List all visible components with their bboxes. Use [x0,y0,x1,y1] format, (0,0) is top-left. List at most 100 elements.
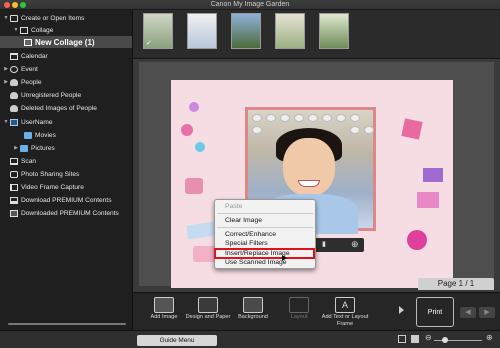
status-bar: Guide Menu ⊖ ⊕ [0,330,500,348]
collage-file-icon [24,38,32,46]
thumbnail[interactable] [187,13,217,49]
more-tools-arrow-icon[interactable] [399,306,404,314]
sidebar-item-scan[interactable]: Scan [0,155,132,167]
computer-icon [10,118,18,126]
background-button[interactable]: Background [231,296,275,330]
sidebar-item-deleted-images-of-people[interactable]: Deleted Images of People [0,102,132,114]
sidebar-item-pictures[interactable]: ▶ Pictures [0,142,132,154]
sidebar-item-new-collage[interactable]: New Collage (1) [0,36,132,48]
sidebar-item-label: Photo Sharing Sites [21,170,80,178]
window-title: Canon My Image Garden [210,1,290,8]
deleted-people-icon [10,104,18,112]
download-icon [10,196,18,204]
menu-separator [217,213,313,214]
flower-decoration [189,102,199,112]
cake-decoration [185,178,203,194]
add-image-icon [154,297,174,313]
menu-item-clear-image[interactable]: Clear Image [225,217,262,224]
flower-decoration [181,124,193,136]
add-text-icon: A [335,297,355,313]
zoom-in-icon[interactable]: ⊕ [351,239,359,250]
main-area: ✓ Page 1 / 1 [133,10,500,330]
gift-decoration [423,168,443,182]
disclosure-collapsed-icon[interactable]: ▶ [13,145,19,151]
thumbnail[interactable] [231,13,261,49]
title-bar: Canon My Image Garden [0,0,500,10]
guide-menu-button[interactable]: Guide Menu [137,335,217,346]
flower-decoration [407,230,427,250]
add-text-label: Add Text or Layout Frame [321,314,369,327]
sidebar-item-movies[interactable]: Movies [0,129,132,141]
add-text-or-layout-frame-button[interactable]: A Add Text or Layout Frame [322,296,368,330]
thumbnail[interactable] [319,13,349,49]
zoom-in-icon[interactable]: ⊕ [486,333,493,342]
previous-page-button[interactable]: ◀ [460,307,476,318]
sidebar-item-photo-sharing-sites[interactable]: Photo Sharing Sites [0,168,132,180]
disclosure-collapsed-icon[interactable]: ▶ [3,79,9,85]
video-frame-icon [10,183,18,191]
sidebar-item-unregistered-people[interactable]: Unregistered People [0,89,132,101]
next-page-button[interactable]: ▶ [479,307,495,318]
event-icon [10,65,18,73]
photo-face [283,138,335,196]
folder-icon [20,144,28,152]
photo-sharing-icon [10,170,18,178]
calendar-icon [10,52,18,60]
menu-item-special-filters[interactable]: Special Filters [225,240,268,247]
disclosure-expanded-icon[interactable]: ▼ [13,27,19,33]
sidebar-item-calendar[interactable]: Calendar [0,50,132,62]
thumbnail[interactable]: ✓ [143,13,173,49]
zoom-slider-knob[interactable] [442,337,448,343]
sidebar-item-download-premium-contents[interactable]: Download PREMIUM Contents [0,194,132,206]
sidebar-item-label: Video Frame Capture [21,183,84,191]
view-mode-icon[interactable] [411,335,419,343]
full-screen-icon[interactable] [398,335,406,343]
sidebar-item-label: Movies [35,131,56,139]
people-icon [10,78,18,86]
menu-item-use-scanned-image[interactable]: Use Scanned Image [225,259,287,266]
design-and-paper-button[interactable]: Design and Paper [186,296,230,330]
layout-button[interactable]: Layout [277,296,321,330]
trash-icon[interactable]: ▮ [322,240,326,248]
disclosure-expanded-icon[interactable]: ▼ [3,15,9,21]
menu-item-paste[interactable]: Paste [225,203,242,210]
sidebar: ▼ Create or Open Items ▼ Collage New Col… [0,10,133,330]
print-button[interactable]: Print [416,297,454,327]
collage-icon [20,26,28,34]
sidebar-item-event[interactable]: ▶ Event [0,63,132,75]
sidebar-item-people[interactable]: ▶ People [0,76,132,88]
bottom-toolbar: Add Image Design and Paper Background La… [133,292,500,330]
menu-item-correct-enhance[interactable]: Correct/Enhance [225,231,276,238]
sidebar-item-video-frame-capture[interactable]: Video Frame Capture [0,181,132,193]
page-indicator: Page 1 / 1 [418,278,494,290]
sidebar-item-label: Downloaded PREMIUM Contents [21,209,119,217]
sidebar-item-label: People [21,78,42,86]
sidebar-item-collage[interactable]: ▼ Collage [0,24,132,36]
thumbnail-strip: ✓ [133,10,500,59]
highlight-box [214,248,315,259]
background-icon [243,297,263,313]
zoom-out-icon[interactable]: ⊖ [425,333,432,342]
sidebar-item-create-or-open-items[interactable]: ▼ Create or Open Items [0,12,132,24]
sidebar-item-label: Deleted Images of People [21,104,97,112]
sidebar-item-downloaded-premium-contents[interactable]: Downloaded PREMIUM Contents [0,207,132,219]
sidebar-item-label: Scan [21,157,37,165]
mouse-pointer-icon [282,255,287,261]
thumbnail[interactable] [275,13,305,49]
menu-separator [217,227,313,228]
sidebar-item-label: Pictures [31,144,55,152]
disclosure-expanded-icon[interactable]: ▼ [3,119,9,125]
edit-canvas [139,62,494,288]
folder-icon [24,131,32,139]
checkmark-icon: ✓ [146,40,152,47]
sidebar-scrollbar[interactable] [8,323,126,325]
sidebar-item-username[interactable]: ▼ UserName [0,116,132,128]
photo-smile [298,180,320,187]
background-label: Background [238,314,268,320]
scan-icon [10,157,18,165]
unregistered-people-icon [10,91,18,99]
downloaded-icon [10,209,18,217]
gift-decoration [401,118,423,140]
add-image-button[interactable]: Add Image [142,296,186,330]
disclosure-collapsed-icon[interactable]: ▶ [3,66,9,72]
